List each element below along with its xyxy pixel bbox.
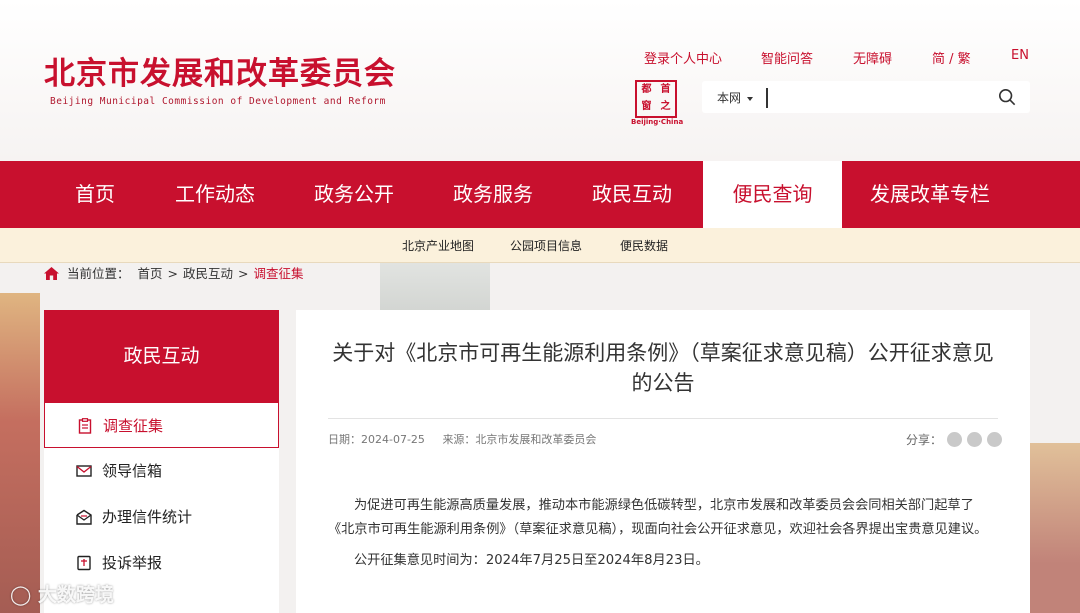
nav-gov-service[interactable]: 政务服务 <box>443 161 543 228</box>
article-panel: 关于对《北京市可再生能源利用条例》（草案征求意见稿）公开征求意见的公告 日期：2… <box>296 310 1030 613</box>
sub-nav: 北京产业地图 公园项目信息 便民数据 <box>0 228 1080 263</box>
search-bar: 本网 <box>702 81 1030 113</box>
breadcrumb: 当前位置： 首页 > 政民互动 > 调查征集 <box>44 263 304 282</box>
sidebar-item-letter-stats[interactable]: 办理信件统计 <box>44 494 279 540</box>
nav-home[interactable]: 首页 <box>55 161 135 228</box>
share-label: 分享： <box>906 433 943 447</box>
search-icon[interactable] <box>998 88 1016 106</box>
sidebar-item-survey[interactable]: 调查征集 <box>44 402 279 448</box>
article-paragraph: 为促进可再生能源高质量发展，推动本市能源绿色低碳转型，北京市发展和改革委员会会同… <box>328 498 988 537</box>
divider <box>328 418 998 419</box>
article-paragraph: 公开征集意见时间为：2024年7月25日至2024年8月23日。 <box>354 553 709 568</box>
main-nav: 首页 工作动态 政务公开 政务服务 政民互动 便民查询 发展改革专栏 <box>0 161 1080 228</box>
article-date: 日期：2024-07-25 <box>328 433 425 446</box>
article-meta: 日期：2024-07-25 来源：北京市发展和改革委员会 <box>328 431 610 447</box>
search-input[interactable] <box>766 88 994 108</box>
seal-char: 都 <box>641 84 652 95</box>
subnav-convenience-data[interactable]: 便民数据 <box>620 237 668 254</box>
mail-icon <box>76 465 92 477</box>
nav-reform-column[interactable]: 发展改革专栏 <box>860 161 1000 228</box>
sidebar-item-label: 领导信箱 <box>102 462 163 480</box>
sidebar-item-leader-mailbox[interactable]: 领导信箱 <box>44 448 279 494</box>
sidebar-item-label: 调查征集 <box>103 417 164 435</box>
weibo-share-icon[interactable] <box>967 432 983 447</box>
watermark-logo: ◯ 大数跨境 <box>10 584 114 606</box>
language-toggle-link[interactable]: 简 / 繁 <box>932 48 971 67</box>
search-scope-dropdown[interactable]: 本网 <box>717 89 754 106</box>
search-scope-label: 本网 <box>717 91 742 105</box>
breadcrumb-interaction[interactable]: 政民互动 <box>183 266 233 281</box>
nav-gov-open[interactable]: 政务公开 <box>304 161 404 228</box>
watermark-text: 大数跨境 <box>37 584 114 606</box>
seal-label: Beijing·China <box>631 118 684 126</box>
home-icon[interactable] <box>44 267 59 280</box>
nav-convenience[interactable]: 便民查询 <box>703 161 842 228</box>
seal-char: 首 <box>660 84 671 95</box>
site-header: 北京市发展和改革委员会 Beijing Municipal Commission… <box>0 0 1080 161</box>
wechat-share-icon[interactable] <box>947 432 963 447</box>
caret-down-icon <box>747 96 754 101</box>
open-mail-icon <box>76 509 92 525</box>
article-title: 关于对《北京市可再生能源利用条例》（草案征求意见稿）公开征求意见的公告 <box>332 341 994 395</box>
accessibility-link[interactable]: 无障碍 <box>853 48 892 67</box>
site-title[interactable]: 北京市发展和改革委员会 <box>44 48 396 93</box>
report-icon <box>77 555 91 571</box>
article-source: 来源：北京市发展和改革委员会 <box>442 433 597 446</box>
sidebar: 政民互动 调查征集 领导信箱 办理信件统计 投诉举报 <box>44 310 279 613</box>
subnav-industry-map[interactable]: 北京产业地图 <box>402 237 474 254</box>
site-subtitle: Beijing Municipal Commission of Developm… <box>50 96 386 107</box>
breadcrumb-home[interactable]: 首页 <box>138 266 163 281</box>
sidebar-title: 政民互动 <box>44 310 279 402</box>
smart-qa-link[interactable]: 智能问答 <box>761 48 813 67</box>
seal-char: 之 <box>660 101 671 112</box>
share-bar: 分享： <box>906 431 1003 448</box>
article-body: 为促进可再生能源高质量发展，推动本市能源绿色低碳转型，北京市发展和改革委员会会同… <box>328 494 998 581</box>
nav-work-news[interactable]: 工作动态 <box>165 161 265 228</box>
seal-char: 窗 <box>641 101 652 112</box>
breadcrumb-separator: > <box>238 266 249 281</box>
english-link[interactable]: EN <box>1011 48 1029 63</box>
breadcrumb-label: 当前位置： <box>67 266 130 281</box>
palace-roof-decoration <box>0 293 40 613</box>
capital-window-seal-logo[interactable]: 都 首 窗 之 Beijing·China <box>631 80 683 128</box>
sidebar-item-label: 办理信件统计 <box>102 508 193 526</box>
nav-interaction[interactable]: 政民互动 <box>582 161 682 228</box>
breadcrumb-current: 调查征集 <box>253 266 304 281</box>
subnav-park-projects[interactable]: 公园项目信息 <box>510 237 582 254</box>
breadcrumb-separator: > <box>167 266 178 281</box>
login-link[interactable]: 登录个人中心 <box>644 48 722 67</box>
favorite-share-icon[interactable] <box>987 432 1003 447</box>
clipboard-icon <box>78 418 92 434</box>
